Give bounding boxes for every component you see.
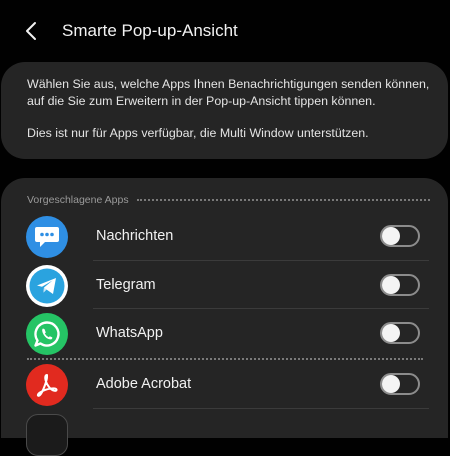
toggle-knob <box>382 375 400 393</box>
messages-icon <box>26 216 68 258</box>
app-name: Adobe Acrobat <box>96 376 192 392</box>
app-name: Nachrichten <box>96 228 174 244</box>
app-row-nachrichten[interactable]: Nachrichten <box>1 212 448 260</box>
page-title: Smarte Pop-up-Ansicht <box>62 21 238 40</box>
apps-list-card: Vorgeschlagene Apps Nachrichten Telegram… <box>1 178 448 456</box>
back-button[interactable] <box>18 18 44 44</box>
app-row-adobe-acrobat[interactable]: Adobe Acrobat <box>1 360 448 408</box>
telegram-icon <box>26 265 68 307</box>
adobe-acrobat-icon <box>26 364 68 406</box>
app-bar: Smarte Pop-up-Ansicht <box>0 0 450 62</box>
section-title: Vorgeschlagene Apps <box>27 194 129 206</box>
app-name: WhatsApp <box>96 325 163 341</box>
row-divider <box>93 408 429 409</box>
app-icon-partial <box>26 414 68 456</box>
app-row-telegram[interactable]: Telegram <box>1 261 448 309</box>
app-row-whatsapp[interactable]: WhatsApp <box>1 309 448 357</box>
toggle-switch[interactable] <box>380 373 420 395</box>
toggle-switch[interactable] <box>380 322 420 344</box>
section-header-suggested: Vorgeschlagene Apps <box>27 193 430 207</box>
toggle-switch[interactable] <box>380 274 420 296</box>
description-line-1: Wählen Sie aus, welche Apps Ihnen Benach… <box>27 77 430 91</box>
description-line-2: auf die Sie zum Erweitern in der Pop-up-… <box>27 94 376 108</box>
section-divider <box>136 199 430 201</box>
whatsapp-icon <box>26 313 68 355</box>
description-line-3: Dies ist nur für Apps verfügbar, die Mul… <box>27 126 369 140</box>
toggle-switch[interactable] <box>380 225 420 247</box>
toggle-knob <box>382 276 400 294</box>
app-name: Telegram <box>96 277 156 293</box>
toggle-knob <box>382 227 400 245</box>
description-card: Wählen Sie aus, welche Apps Ihnen Benach… <box>1 62 448 159</box>
chevron-left-icon <box>26 22 36 40</box>
toggle-knob <box>382 324 400 342</box>
